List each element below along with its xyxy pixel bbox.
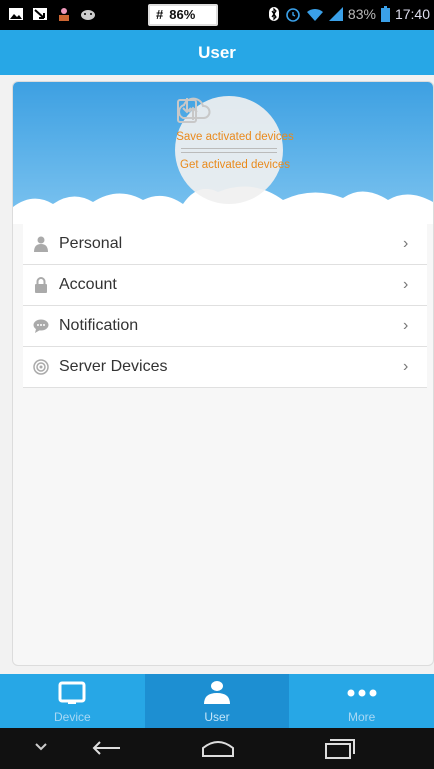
home-icon[interactable] [200,736,236,760]
tab-user[interactable]: User [144,674,290,728]
alarm-icon [286,8,300,22]
clock: 17:40 [394,6,430,22]
status-left-icons [8,6,96,22]
sync-banner: Save activated devices Get activated dev… [13,82,433,224]
chevron-right-icon: › [403,317,409,334]
battery-percent: 83% [347,6,376,22]
more-icon [346,680,378,706]
person-icon [59,8,69,21]
cell-signal-icon [328,7,343,21]
wifi-icon [306,8,323,21]
menu-item-notification[interactable]: Notification › [23,306,427,347]
battery-badge: #86% [148,4,218,26]
device-icon [57,680,87,706]
menu-item-label: Account [59,276,117,293]
chevron-right-icon: › [403,358,409,375]
status-right-icons: 83% 17:40 [268,6,430,22]
content-area: Save activated devices Get activated dev… [0,75,434,674]
menu-item-label: Server Devices [59,358,168,375]
user-menu: Personal › Account › Notification › Serv… [23,224,427,388]
menu-item-label: Personal [59,235,123,252]
hash-icon: # [156,7,164,22]
menu-item-personal[interactable]: Personal › [23,224,427,265]
menu-item-server-devices[interactable]: Server Devices › [23,347,427,388]
tab-label: More [348,710,376,724]
tab-label: User [204,710,230,724]
chat-bubble-icon [23,319,59,333]
battery-icon [380,6,390,22]
divider [181,152,277,153]
tab-more[interactable]: More [289,674,434,728]
chevron-right-icon: › [403,235,409,252]
sync-circle: Save activated devices Get activated dev… [175,96,294,204]
phone-download-icon [177,98,197,123]
menu-item-account[interactable]: Account › [23,265,427,306]
status-bar: #86% 83% 17:40 [0,0,434,30]
signal-icon [23,359,59,375]
lock-icon [23,277,59,293]
battery-badge-text: 86% [169,7,196,22]
person-icon [23,236,59,252]
tab-label: Device [53,710,91,724]
back-icon[interactable] [90,736,126,760]
image-icon [9,8,23,20]
page-title: User [0,30,434,75]
bluetooth-icon [268,7,279,21]
divider [181,148,277,149]
recent-apps-icon[interactable] [322,736,356,760]
bottom-tab-bar: Device User More [0,674,434,728]
get-activated-devices-link[interactable]: Get activated devices [171,159,299,171]
android-nav-bar [0,728,434,769]
user-icon [202,680,232,706]
chevron-down-icon[interactable] [32,736,50,756]
tab-device[interactable]: Device [0,674,145,728]
user-card: Save activated devices Get activated dev… [12,81,434,666]
chevron-right-icon: › [403,276,409,293]
menu-item-label: Notification [59,317,139,334]
save-activated-devices-link[interactable]: Save activated devices [171,131,299,143]
android-icon [81,10,95,20]
arrow-icon [33,8,47,20]
